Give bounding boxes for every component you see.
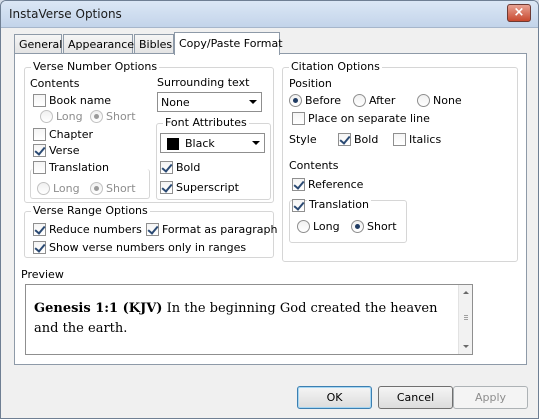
- translation-format-long-label: Long: [53, 182, 80, 195]
- reduce-numbers-checkbox[interactable]: [33, 223, 46, 236]
- format-as-paragraph-checkbox[interactable]: [146, 223, 159, 236]
- book-format-long-radio[interactable]: [40, 110, 53, 123]
- title-bar[interactable]: InstaVerse Options ×: [1, 1, 538, 28]
- translation-format-short-radio[interactable]: [90, 182, 103, 195]
- cancel-button[interactable]: Cancel: [378, 386, 453, 409]
- close-button[interactable]: ×: [507, 4, 531, 22]
- position-before-radio[interactable]: [289, 94, 302, 107]
- verse-label: Verse: [49, 144, 80, 157]
- preview-scrollbar[interactable]: [458, 285, 472, 354]
- tab-bibles[interactable]: Bibles: [134, 34, 174, 54]
- reference-checkbox[interactable]: [292, 178, 305, 191]
- separate-line-checkbox[interactable]: [292, 112, 305, 125]
- font-color-value: Black: [185, 137, 215, 150]
- tab-copy-paste-format[interactable]: Copy/Paste Format: [174, 32, 283, 55]
- book-format-long-label: Long: [56, 110, 83, 123]
- citation-contents-label: Contents: [289, 159, 339, 172]
- chevron-down-icon: [249, 100, 257, 104]
- surrounding-text-label: Surrounding text: [157, 76, 250, 89]
- preview-label: Preview: [21, 268, 64, 281]
- reference-label: Reference: [308, 178, 364, 191]
- citation-translation-label: Translation: [307, 198, 371, 211]
- book-name-checkbox[interactable]: [33, 94, 46, 107]
- chapter-label: Chapter: [49, 128, 93, 141]
- font-color-select[interactable]: Black: [160, 133, 265, 153]
- superscript-checkbox[interactable]: [160, 181, 173, 194]
- apply-button[interactable]: Apply: [453, 386, 528, 409]
- citation-translation-short-radio[interactable]: [351, 220, 364, 233]
- show-only-in-ranges-checkbox[interactable]: [33, 241, 46, 254]
- window-title: InstaVerse Options: [9, 7, 122, 21]
- book-format-short-label: Short: [106, 110, 136, 123]
- position-after-label: After: [369, 94, 396, 107]
- options-window: InstaVerse Options × General Appearance …: [0, 0, 539, 419]
- superscript-label: Superscript: [176, 181, 239, 194]
- tab-general[interactable]: General: [14, 34, 62, 54]
- position-after-radio[interactable]: [353, 94, 366, 107]
- verse-bold-label: Bold: [176, 161, 201, 174]
- verse-checkbox[interactable]: [33, 144, 46, 157]
- surrounding-text-select[interactable]: None: [157, 92, 262, 112]
- chapter-checkbox[interactable]: [33, 128, 46, 141]
- style-label: Style: [289, 133, 317, 146]
- citation-italics-checkbox[interactable]: [393, 133, 406, 146]
- preview-box[interactable]: Genesis 1:1 (KJV) In the beginning God c…: [25, 284, 473, 355]
- reduce-numbers-label: Reduce numbers: [49, 223, 142, 236]
- preview-text: Genesis 1:1 (KJV) In the beginning God c…: [34, 299, 454, 339]
- verse-bold-checkbox[interactable]: [160, 161, 173, 174]
- translation-format-long-radio[interactable]: [37, 182, 50, 195]
- ok-button[interactable]: OK: [297, 386, 372, 409]
- position-none-label: None: [433, 94, 462, 107]
- tab-appearance[interactable]: Appearance: [63, 34, 134, 54]
- show-only-in-ranges-label: Show verse numbers only in ranges: [49, 241, 247, 254]
- citation-italics-label: Italics: [409, 133, 442, 146]
- citation-translation-long-radio[interactable]: [297, 220, 310, 233]
- contents-label: Contents: [30, 77, 80, 90]
- copy-paste-format-panel: Verse Number Options Contents Book name …: [14, 53, 527, 365]
- close-icon: ×: [513, 5, 525, 20]
- citation-options-legend: Citation Options: [289, 60, 382, 73]
- surrounding-text-value: None: [161, 96, 190, 109]
- color-swatch-icon: [167, 138, 179, 150]
- format-as-paragraph-label: Format as paragraph: [162, 223, 278, 236]
- book-name-label: Book name: [49, 94, 112, 107]
- citation-translation-short-label: Short: [367, 220, 397, 233]
- translation-format-short-label: Short: [106, 182, 136, 195]
- preview-citation: Genesis 1:1 (KJV): [34, 301, 163, 316]
- verse-range-options-legend: Verse Range Options: [31, 204, 150, 217]
- book-format-short-radio[interactable]: [90, 110, 103, 123]
- separate-line-label: Place on separate line: [308, 112, 430, 125]
- position-before-label: Before: [305, 94, 341, 107]
- citation-bold-label: Bold: [354, 133, 379, 146]
- citation-translation-long-label: Long: [313, 220, 340, 233]
- chevron-down-icon: [252, 141, 260, 145]
- citation-bold-checkbox[interactable]: [338, 133, 351, 146]
- verse-number-options-legend: Verse Number Options: [31, 60, 160, 73]
- font-attributes-legend: Font Attributes: [163, 116, 249, 129]
- scroll-arrows-icon: [463, 291, 469, 348]
- position-label: Position: [289, 77, 332, 90]
- citation-translation-checkbox[interactable]: [292, 199, 305, 212]
- position-none-radio[interactable]: [417, 94, 430, 107]
